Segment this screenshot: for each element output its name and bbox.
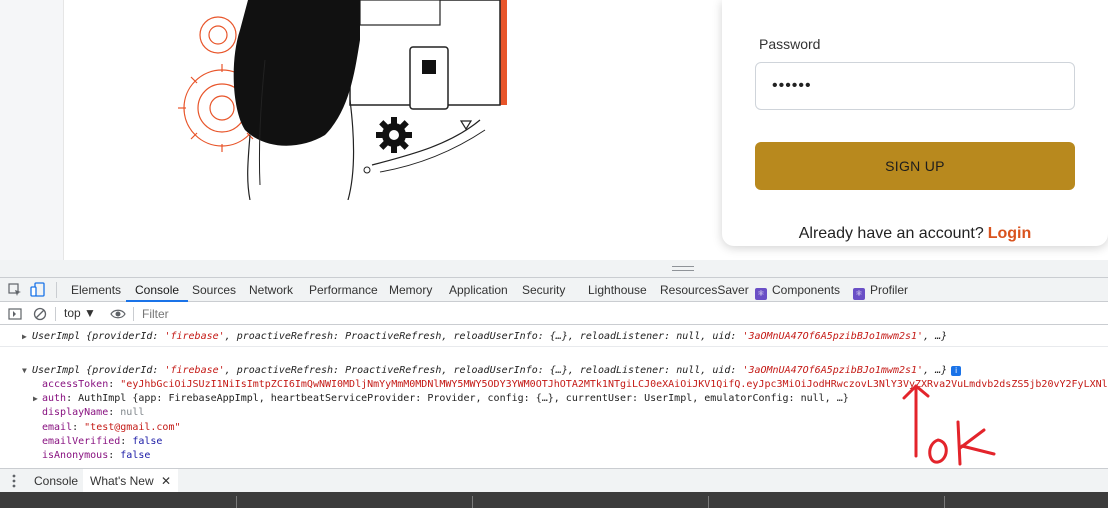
expand-arrow-icon[interactable]: ▶: [22, 329, 27, 344]
tab-components-label: Components: [772, 283, 841, 297]
property-key: emailVerified: [42, 436, 121, 447]
sign-up-button[interactable]: SIGN UP: [755, 142, 1075, 190]
tab-divider: [56, 282, 57, 298]
property-key: isAnonymous: [42, 450, 109, 461]
log-divider: [0, 346, 1108, 347]
inspect-element-icon[interactable]: [7, 282, 23, 298]
tab-security[interactable]: Security: [522, 278, 565, 302]
property-row: emailVerified: false: [42, 436, 163, 447]
password-input[interactable]: [755, 62, 1075, 110]
property-row: isAnonymous: false: [42, 450, 151, 461]
tab-elements[interactable]: Elements: [71, 278, 121, 302]
devtools-panel: Elements Console Sources Network Perform…: [0, 278, 1108, 508]
devtools-drawer-tabs: Console What's New ✕: [0, 468, 1108, 493]
expand-arrow-icon[interactable]: ▶: [33, 391, 38, 406]
context-value: top: [64, 306, 81, 320]
chevron-down-icon: ▼: [84, 306, 96, 320]
console-output: ▶ UserImpl {providerId: 'firebase', proa…: [0, 326, 1108, 468]
log-entry-expanded[interactable]: ▼ UserImpl {providerId: 'firebase', proa…: [0, 363, 1108, 378]
status-divider: [472, 496, 473, 508]
property-key: displayName: [42, 407, 109, 418]
sidebar-toggle-icon[interactable]: [7, 306, 23, 322]
property-row: displayName: null: [42, 407, 145, 418]
drag-grip-icon[interactable]: [672, 266, 694, 271]
tab-sources[interactable]: Sources: [192, 278, 236, 302]
collapse-arrow-icon[interactable]: ▼: [22, 363, 27, 378]
property-key: auth: [42, 393, 67, 404]
property-row: email: "test@gmail.com": [42, 422, 181, 433]
tab-network[interactable]: Network: [249, 278, 293, 302]
login-link[interactable]: Login: [988, 225, 1032, 242]
console-toolbar: top ▼: [0, 303, 1108, 325]
drawer-tab-label: What's New: [90, 474, 154, 488]
bottom-status-bar: [0, 492, 1108, 508]
filter-input[interactable]: [142, 305, 442, 323]
more-options-icon[interactable]: [6, 473, 22, 489]
signup-form-card: Password SIGN UP Already have an account…: [722, 0, 1108, 246]
tab-application[interactable]: Application: [449, 278, 508, 302]
device-toolbar-icon[interactable]: [30, 282, 46, 298]
tab-components[interactable]: ⚛ Components: [755, 278, 840, 302]
tab-performance[interactable]: Performance: [309, 278, 378, 302]
property-key: email: [42, 422, 73, 433]
log-entry-collapsed[interactable]: ▶ UserImpl {providerId: 'firebase', proa…: [0, 329, 1108, 344]
tab-console[interactable]: Console: [126, 278, 189, 302]
page-margin: [0, 0, 64, 260]
toolbar-divider: [133, 307, 134, 321]
tab-lighthouse[interactable]: Lighthouse: [588, 278, 647, 302]
property-value: "eyJhbGciOiJSUzI1NiIsImtpZCI6ImQwNWI0MDl…: [120, 379, 1108, 390]
screenshot-root: Password SIGN UP Already have an account…: [0, 0, 1108, 508]
tab-resourcessaver[interactable]: ResourcesSaver: [660, 278, 749, 302]
tab-profiler[interactable]: ⚛ Profiler: [853, 278, 908, 302]
react-icon: ⚛: [755, 288, 767, 300]
log-text: UserImpl {providerId: 'firebase', proact…: [32, 331, 948, 342]
devtools-resize-handle[interactable]: [0, 260, 1108, 278]
web-page-viewport: Password SIGN UP Already have an account…: [0, 0, 1108, 260]
react-icon: ⚛: [853, 288, 865, 300]
info-icon[interactable]: i: [951, 366, 962, 376]
property-row: accessToken: "eyJhbGciOiJSUzI1NiIsImtpZC…: [0, 377, 1108, 392]
property-value: false: [132, 436, 163, 447]
login-prompt: Already have an account? Login: [722, 225, 1108, 243]
property-value: null: [120, 407, 145, 418]
eye-icon[interactable]: [110, 306, 126, 322]
devtools-tab-bar: Elements Console Sources Network Perform…: [0, 278, 1108, 302]
context-selector[interactable]: top ▼: [64, 306, 96, 320]
drawer-tab-whats-new[interactable]: What's New ✕: [83, 469, 179, 493]
drawer-tab-console[interactable]: Console: [34, 469, 78, 493]
property-value: "test@gmail.com": [84, 422, 181, 433]
status-divider: [944, 496, 945, 508]
log-text: UserImpl {providerId: 'firebase', proact…: [32, 363, 962, 378]
property-row[interactable]: ▶ auth: AuthImpl {app: FirebaseAppImpl, …: [0, 391, 1108, 406]
close-icon[interactable]: ✕: [161, 474, 171, 488]
clear-console-icon[interactable]: [32, 306, 48, 322]
property-key: accessToken: [42, 379, 109, 390]
tab-memory[interactable]: Memory: [389, 278, 432, 302]
signup-illustration: [178, 0, 507, 200]
tab-profiler-label: Profiler: [870, 283, 909, 297]
property-value: false: [120, 450, 151, 461]
password-label: Password: [759, 36, 821, 52]
status-divider: [708, 496, 709, 508]
toolbar-divider: [55, 307, 56, 321]
already-account-text: Already have an account?: [798, 225, 984, 242]
property-value: AuthImpl {app: FirebaseAppImpl, heartbea…: [78, 393, 849, 404]
status-divider: [236, 496, 237, 508]
